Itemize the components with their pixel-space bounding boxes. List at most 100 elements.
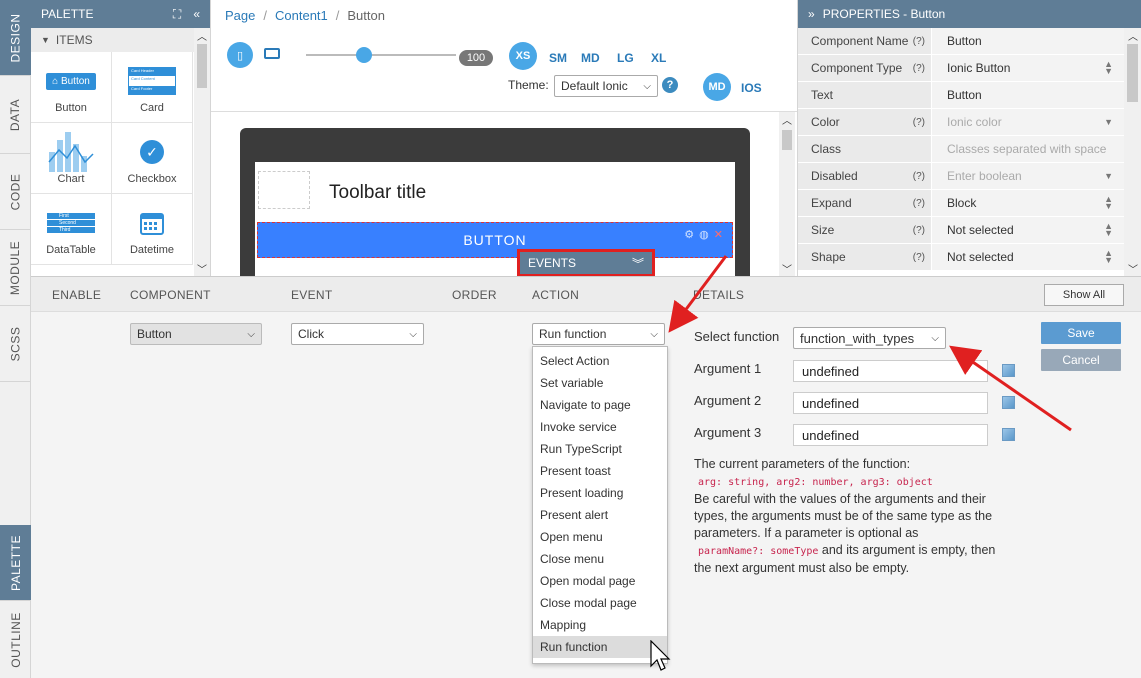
action-option[interactable]: Select Action — [533, 350, 667, 372]
argument-2-input[interactable]: undefined — [793, 392, 988, 414]
palette-item-checkbox[interactable]: ✓ Checkbox — [112, 123, 193, 194]
help-icon[interactable]: ? — [662, 77, 678, 93]
toolbar-image-placeholder[interactable] — [258, 171, 310, 209]
hide-icon[interactable]: ◍ — [699, 228, 710, 241]
chevron-down-icon[interactable]: ﹀ — [197, 261, 207, 276]
size-sm-button[interactable]: SM — [549, 51, 567, 65]
chevron-up-icon[interactable]: ︿ — [197, 28, 207, 43]
action-option[interactable]: Run function — [533, 636, 667, 658]
action-option[interactable]: Invoke service — [533, 416, 667, 438]
tab-palette[interactable]: PALETTE — [0, 525, 31, 601]
zoom-slider-track[interactable] — [306, 54, 456, 56]
size-md-button[interactable]: MD — [581, 51, 600, 65]
tab-outline[interactable]: OUTLINE — [0, 601, 31, 678]
property-value[interactable]: Button — [932, 28, 1125, 54]
cancel-button[interactable]: Cancel — [1041, 349, 1121, 371]
property-value[interactable]: Button — [932, 82, 1125, 108]
action-select[interactable]: Run function ⌵ — [532, 323, 665, 345]
help-icon[interactable]: (?) — [913, 117, 925, 128]
action-option[interactable]: Close menu — [533, 548, 667, 570]
property-value[interactable]: Classes separated with space — [932, 136, 1125, 162]
property-row: Shape (?) Not selected ▲ ▼ — [798, 244, 1125, 271]
tab-scss[interactable]: SCSS — [0, 306, 31, 382]
palette-scrollbar[interactable]: ︿ ﹀ — [194, 28, 210, 276]
help-icon[interactable]: (?) — [913, 252, 925, 263]
events-editor: ENABLE COMPONENT EVENT ORDER ACTION DETA… — [31, 276, 1141, 678]
edit-argument-icon[interactable] — [1002, 364, 1015, 377]
selected-button-component[interactable]: BUTTON ⚙ ◍ ✕ — [257, 222, 733, 258]
argument-1-input[interactable]: undefined — [793, 360, 988, 382]
argument-3-input[interactable]: undefined — [793, 424, 988, 446]
property-value[interactable]: Ionic Button ▲ ▼ — [932, 55, 1125, 81]
property-row: Component Name (?) Button — [798, 28, 1125, 55]
help-icon[interactable]: (?) — [913, 36, 925, 47]
tab-code[interactable]: CODE — [0, 154, 31, 230]
component-select[interactable]: Button ⌵ — [130, 323, 262, 345]
button-preview-icon: ⌂ Button — [46, 72, 96, 90]
function-select[interactable]: function_with_types ⌵ — [793, 327, 946, 349]
event-select[interactable]: Click ⌵ — [291, 323, 424, 345]
mobile-device-icon[interactable]: ▯ — [227, 42, 253, 68]
action-option[interactable]: Open modal page — [533, 570, 667, 592]
tab-module[interactable]: MODULE — [0, 230, 31, 306]
property-value[interactable]: Not selected ▲ ▼ — [932, 217, 1125, 243]
property-value[interactable]: Not selected ▲ ▼ — [932, 244, 1125, 270]
action-option[interactable]: Present loading — [533, 482, 667, 504]
edit-argument-icon[interactable] — [1002, 428, 1015, 441]
events-tab[interactable]: EVENTS ︾ — [517, 249, 655, 277]
chevron-up-icon[interactable]: ︿ — [782, 112, 792, 127]
show-all-button[interactable]: Show All — [1044, 284, 1124, 306]
properties-panel: » PROPERTIES - Button Component Name (?) B… — [797, 0, 1141, 276]
property-value[interactable]: Ionic color ▼ — [932, 109, 1125, 135]
toolbar-title[interactable]: Toolbar title — [329, 182, 426, 204]
platform-md-button[interactable]: MD — [703, 73, 731, 101]
action-option[interactable]: Present toast — [533, 460, 667, 482]
action-option[interactable]: Run TypeScript — [533, 438, 667, 460]
save-button[interactable]: Save — [1041, 322, 1121, 344]
help-icon[interactable]: (?) — [913, 225, 925, 236]
action-option[interactable]: Close modal page — [533, 592, 667, 614]
action-option[interactable]: Present alert — [533, 504, 667, 526]
help-icon[interactable]: (?) — [913, 63, 925, 74]
platform-ios-button[interactable]: IOS — [741, 81, 762, 95]
size-xl-button[interactable]: XL — [651, 51, 666, 65]
palette-item-chart[interactable]: Chart — [31, 123, 112, 194]
help-icon[interactable]: (?) — [913, 198, 925, 209]
help-icon[interactable]: (?) — [913, 171, 925, 182]
canvas-scrollbar[interactable]: ︿ ﹀ — [779, 112, 795, 276]
action-option[interactable]: Navigate to page — [533, 394, 667, 416]
theme-select[interactable]: Default Ionic ⌵ — [554, 75, 658, 97]
size-lg-button[interactable]: LG — [617, 51, 634, 65]
chevron-down-icon: ⌵ — [650, 328, 658, 340]
action-option[interactable]: Mapping — [533, 614, 667, 636]
tab-design[interactable]: DESIGN — [0, 0, 31, 76]
size-xs-button[interactable]: XS — [509, 42, 537, 70]
palette-item-datetime[interactable]: Datetime — [112, 194, 193, 265]
zoom-slider-handle[interactable] — [356, 47, 372, 63]
palette-item-datatable[interactable]: First Second Third DataTable — [31, 194, 112, 265]
properties-scrollbar[interactable]: ︿ ﹀ — [1124, 28, 1141, 276]
chevron-up-icon[interactable]: ︿ — [1128, 28, 1138, 43]
palette-item-button[interactable]: ⌂ Button Button — [31, 52, 112, 123]
action-option[interactable]: Set variable — [533, 372, 667, 394]
property-value[interactable]: Enter boolean ▼ — [932, 163, 1125, 189]
chevron-down-icon: ⌵ — [931, 332, 939, 344]
gear-icon[interactable]: ⚙ — [684, 228, 695, 241]
chevron-down-icon[interactable]: ﹀ — [1128, 261, 1138, 276]
action-option[interactable]: Open menu — [533, 526, 667, 548]
tablet-landscape-icon[interactable] — [264, 48, 280, 59]
palette-item-card[interactable]: Card Header Card Content Card Footer Car… — [112, 52, 193, 123]
collapse-all-icon[interactable]: ⛶ — [173, 7, 181, 22]
double-chevron-right-icon[interactable]: » — [808, 7, 815, 21]
tab-data[interactable]: DATA — [0, 76, 31, 154]
edit-argument-icon[interactable] — [1002, 396, 1015, 409]
palette-section-items[interactable]: ▼ ITEMS — [31, 28, 210, 52]
chevron-down-icon[interactable]: ﹀ — [782, 261, 792, 276]
property-value[interactable]: Block ▲ ▼ — [932, 190, 1125, 216]
checkbox-icon: ✓ — [140, 140, 164, 164]
breadcrumb-content1[interactable]: Content1 — [275, 8, 328, 23]
double-chevron-left-icon[interactable]: « — [193, 7, 200, 22]
breadcrumb-page[interactable]: Page — [225, 8, 255, 23]
close-icon[interactable]: ✕ — [714, 228, 724, 241]
dropdown-arrow-icon: ▼ — [1104, 117, 1113, 127]
